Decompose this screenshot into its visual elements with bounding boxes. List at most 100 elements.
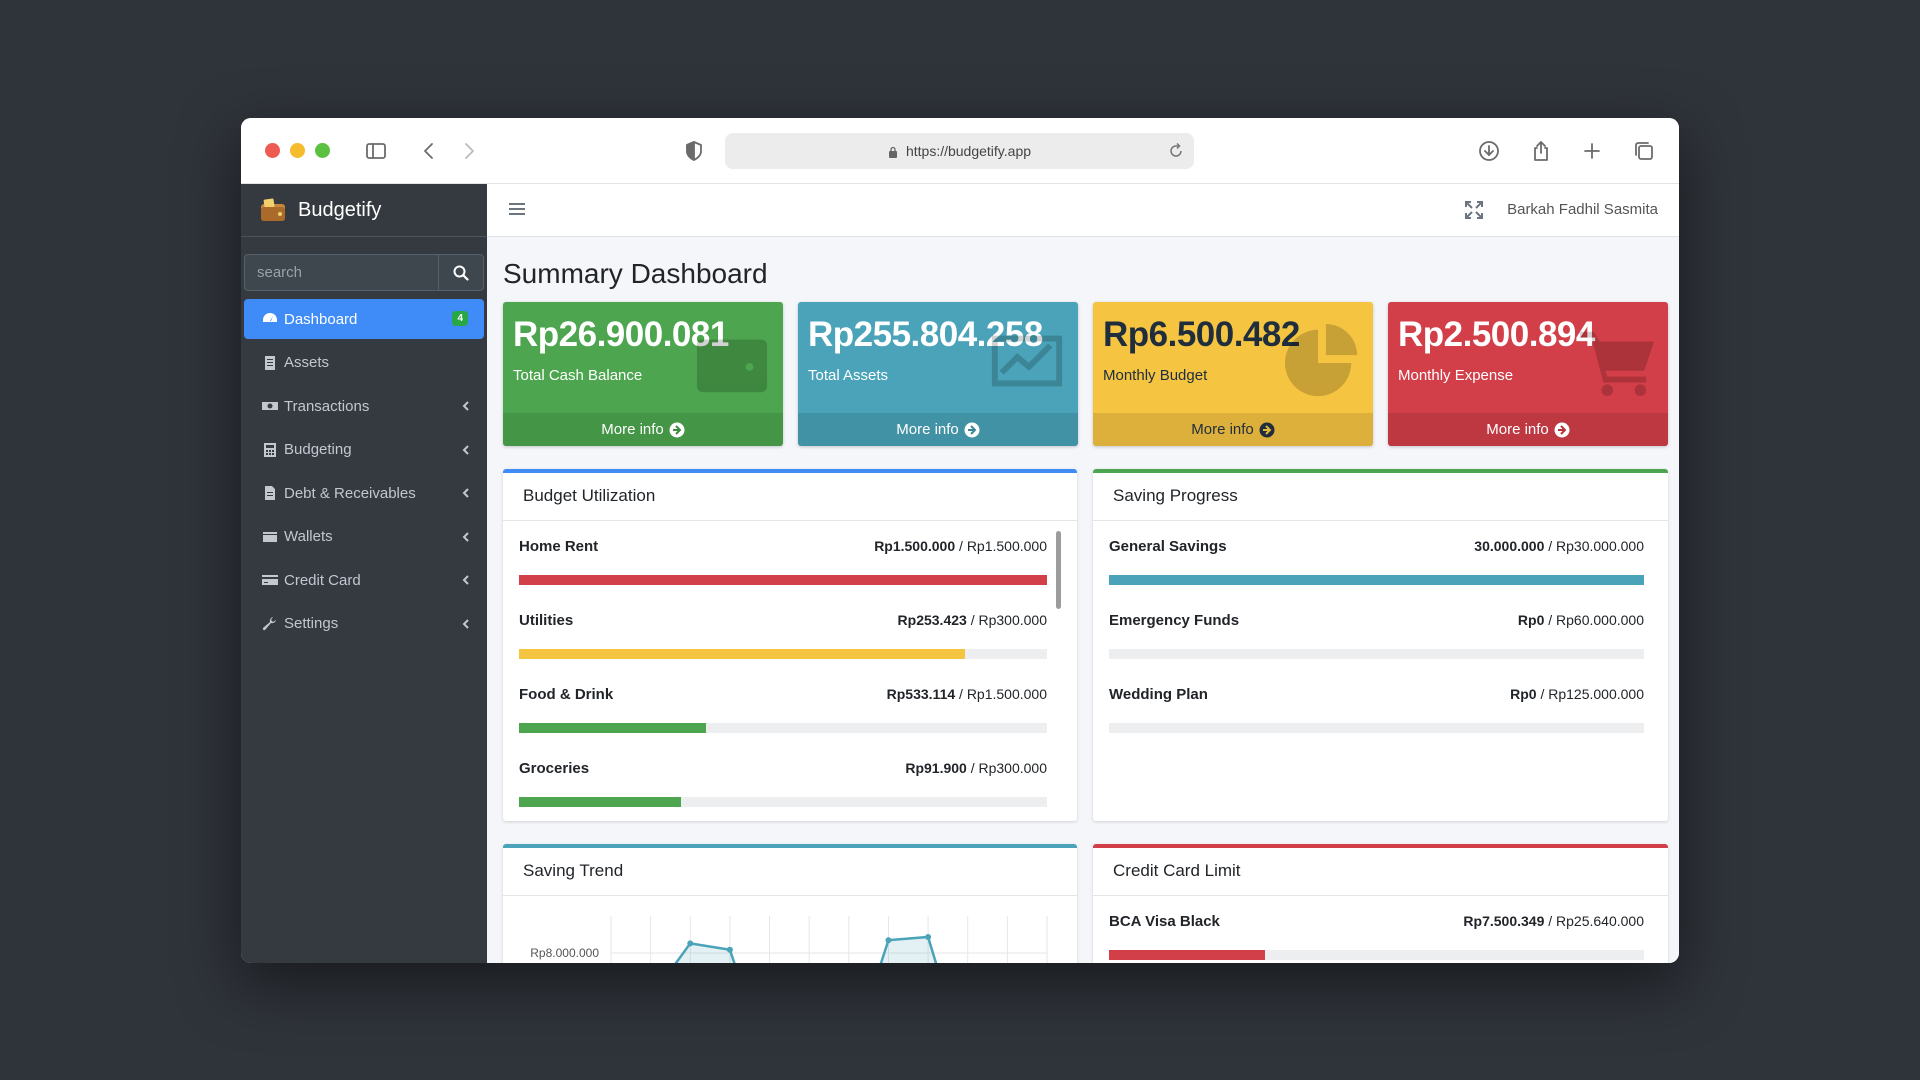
progress-bar	[519, 723, 1047, 733]
url-text: https://budgetify.app	[905, 143, 1032, 159]
more-info-link[interactable]: More info	[503, 413, 783, 446]
sidebar-item-label: Debt & Receivables	[284, 484, 416, 502]
sidebar-item-budgeting[interactable]: Budgeting	[244, 430, 484, 470]
forward-icon[interactable]	[456, 138, 482, 164]
item-amount: Rp7.500.349 / Rp25.640.000	[1463, 913, 1644, 929]
progress-fill	[519, 575, 1047, 585]
sidebar-toggle-icon[interactable]	[363, 138, 389, 164]
user-name[interactable]: Barkah Fadhil Sasmita	[1507, 201, 1658, 218]
progress-bar	[519, 575, 1047, 585]
page-title: Summary Dashboard	[503, 258, 768, 289]
search-input[interactable]: search	[244, 254, 438, 291]
item-name: Wedding Plan	[1109, 686, 1208, 703]
info-box-total-assets: Rp255.804.258 Total Assets More info	[798, 302, 1078, 446]
back-icon[interactable]	[416, 138, 442, 164]
calculator-icon	[262, 442, 278, 458]
progress-fill	[1109, 950, 1266, 960]
budget-utilization-card: Budget Utilization Home Rent Rp1.500.000 …	[503, 469, 1077, 821]
browser-window: https://budgetify.app Budgetify search D…	[241, 118, 1679, 963]
more-info-link[interactable]: More info	[798, 413, 1078, 446]
more-info-label: More info	[601, 421, 664, 438]
info-box-value: Rp2.500.894	[1398, 315, 1595, 354]
credit-card-icon	[262, 572, 278, 588]
address-bar[interactable]: https://budgetify.app	[725, 133, 1194, 169]
lock-icon	[888, 146, 897, 158]
budget-list[interactable]: Home Rent Rp1.500.000 / Rp1.500.000 Utilit…	[503, 521, 1077, 817]
sidebar-item-assets[interactable]: Assets	[244, 343, 484, 383]
more-info-link[interactable]: More info	[1093, 413, 1373, 446]
card-title: Saving Progress	[1093, 473, 1668, 521]
new-tab-icon[interactable]	[1579, 138, 1605, 164]
download-icon[interactable]	[1476, 138, 1502, 164]
progress-bar	[519, 797, 1047, 807]
sidebar-search: search	[244, 254, 484, 291]
item-amount: 30.000.000 / Rp30.000.000	[1474, 538, 1644, 554]
data-point[interactable]	[726, 946, 733, 953]
progress-item: General Savings 30.000.000 / Rp30.000.000	[1093, 521, 1668, 595]
item-name: Emergency Funds	[1109, 612, 1240, 629]
saving-trend-chart: Rp8.000.000Rp7.000.000	[530, 916, 1048, 963]
pie-chart-icon	[1283, 322, 1361, 400]
data-point[interactable]	[885, 937, 892, 944]
data-point[interactable]	[687, 940, 694, 947]
sidebar-item-label: Transactions	[284, 397, 370, 415]
saving-list: General Savings 30.000.000 / Rp30.000.000…	[1093, 521, 1668, 743]
main-content: Barkah Fadhil Sasmita Summary Dashboard …	[487, 184, 1679, 963]
arrow-circle-right-icon	[669, 422, 685, 437]
maximize-window-button[interactable]	[315, 143, 330, 158]
progress-item: Home Rent Rp1.500.000 / Rp1.500.000	[503, 521, 1077, 595]
tab-overview-icon[interactable]	[1631, 138, 1657, 164]
info-box-label: Total Assets	[808, 367, 889, 384]
tachometer-icon	[262, 311, 278, 327]
hamburger-menu-icon[interactable]	[509, 201, 525, 217]
more-info-link[interactable]: More info	[1388, 413, 1668, 446]
progress-fill	[1109, 575, 1644, 585]
item-amount: Rp533.114 / Rp1.500.000	[886, 686, 1047, 702]
saving-progress-card: Saving Progress General Savings 30.000.00…	[1093, 469, 1668, 821]
scrollbar[interactable]	[1056, 531, 1061, 609]
sidebar-item-debt-receivables[interactable]: Debt & Receivables	[244, 473, 484, 513]
sidebar-item-dashboard[interactable]: Dashboard 4	[244, 299, 484, 339]
item-total: Rp1.500.000	[966, 686, 1047, 702]
share-icon[interactable]	[1528, 138, 1554, 164]
item-used: Rp0	[1510, 686, 1537, 702]
more-info-label: More info	[1191, 421, 1254, 438]
privacy-shield-icon[interactable]	[681, 138, 707, 164]
minimize-window-button[interactable]	[290, 143, 305, 158]
chevron-left-icon	[462, 401, 469, 411]
progress-bar	[1109, 575, 1644, 585]
brand[interactable]: Budgetify	[241, 184, 487, 237]
info-box-value: Rp6.500.482	[1103, 315, 1300, 354]
top-navbar: Barkah Fadhil Sasmita	[487, 184, 1679, 237]
progress-bar	[1109, 649, 1644, 659]
search-button[interactable]	[438, 254, 484, 291]
item-name: Utilities	[519, 612, 574, 629]
sidebar-item-credit-card[interactable]: Credit Card	[244, 560, 484, 600]
card-title: Credit Card Limit	[1093, 848, 1668, 896]
search-icon	[453, 265, 469, 281]
item-name: Groceries	[519, 760, 590, 777]
progress-bar	[1109, 950, 1644, 960]
info-box-label: Monthly Budget	[1103, 367, 1208, 384]
reload-icon[interactable]	[1168, 142, 1184, 160]
sidebar-item-settings[interactable]: Settings	[244, 604, 484, 644]
sidebar-item-wallets[interactable]: Wallets	[244, 517, 484, 557]
progress-item: Emergency Funds Rp0 / Rp60.000.000	[1093, 595, 1668, 669]
fullscreen-icon[interactable]	[1465, 201, 1483, 219]
progress-item: Food & Drink Rp533.114 / Rp1.500.000	[503, 669, 1077, 743]
progress-item: Utilities Rp253.423 / Rp300.000	[503, 595, 1077, 669]
item-total: Rp1.500.000	[966, 538, 1047, 554]
close-window-button[interactable]	[265, 143, 280, 158]
item-name: General Savings	[1109, 538, 1227, 555]
card-title: Saving Trend	[503, 848, 1077, 896]
progress-fill	[519, 723, 707, 733]
item-total: Rp300.000	[978, 612, 1047, 628]
item-name: BCA Visa Black	[1109, 913, 1220, 930]
progress-item: Groceries Rp91.900 / Rp300.000	[503, 743, 1077, 817]
series-area	[675, 937, 936, 963]
sidebar-item-transactions[interactable]: Transactions	[244, 386, 484, 426]
item-total: Rp25.640.000	[1556, 913, 1644, 929]
browser-toolbar: https://budgetify.app	[241, 118, 1679, 184]
item-total: Rp30.000.000	[1556, 538, 1644, 554]
data-point[interactable]	[925, 934, 932, 940]
